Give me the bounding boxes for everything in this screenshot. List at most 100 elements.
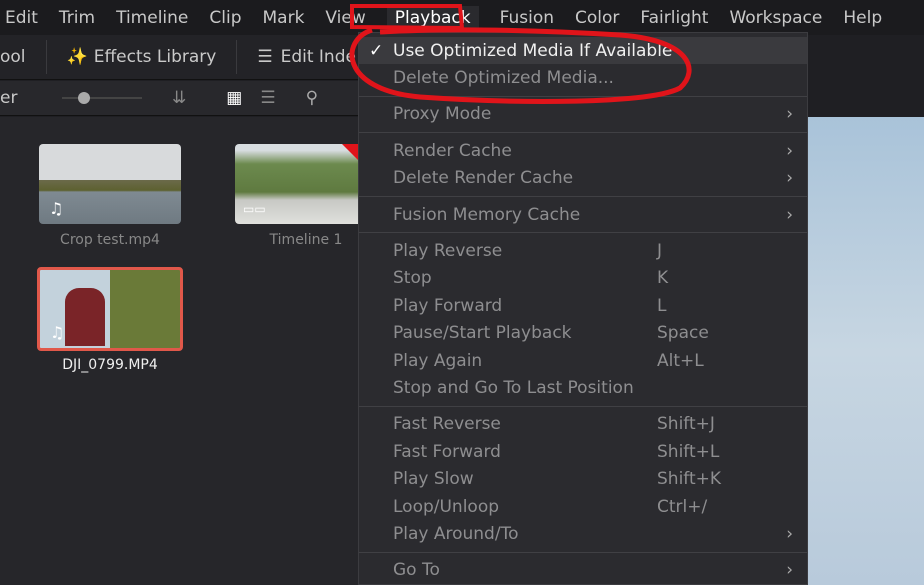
- menu-item[interactable]: Delete Optimized Media...: [359, 64, 807, 91]
- menu-divider: [359, 551, 807, 553]
- menu-bar: Edit Trim Timeline Clip Mark View Playback Fusi…: [0, 0, 924, 35]
- shortcut-label: J: [657, 241, 663, 262]
- menu-item[interactable]: Stop K: [359, 265, 807, 292]
- magic-wand-icon: ✨: [66, 47, 88, 67]
- bin-label: er: [0, 88, 18, 108]
- menu-item[interactable]: Play Reverse J: [359, 237, 807, 264]
- clip-name: Crop test.mp4: [60, 232, 160, 248]
- check-icon: ✓: [369, 40, 384, 61]
- menu-item-label: Delete Render Cache: [393, 168, 574, 189]
- menu-item-label: Use Optimized Media If Available: [393, 40, 673, 61]
- menu-item-label: Play Again: [393, 350, 483, 371]
- audio-icon: ♫: [49, 199, 64, 218]
- list-view-icon[interactable]: ☰: [260, 88, 275, 108]
- menu-item[interactable]: Play Again Alt+L: [359, 347, 807, 374]
- timeline-thumbnail[interactable]: ▭▭: [235, 144, 358, 224]
- edit-index-button[interactable]: ☰ Edit Inde: [257, 47, 356, 67]
- menu-divider: [359, 132, 807, 134]
- media-pool: ♫ Crop test.mp4 ▭▭ Timeline 1 ♫ DJI_0799…: [0, 117, 358, 585]
- chevron-right-icon: ›: [786, 104, 793, 125]
- menu-item[interactable]: Render Cache ›: [359, 137, 807, 164]
- audio-icon: ♫: [50, 323, 65, 342]
- chevron-right-icon: ›: [786, 560, 793, 581]
- media-pool-subbar: er ⇊ ▦ ☰ ⚲: [0, 81, 358, 116]
- playback-menu: ✓ Use Optimized Media If Available Delete …: [358, 32, 808, 585]
- shortcut-label: K: [657, 268, 669, 289]
- clip-thumbnail-selected[interactable]: ♫: [37, 267, 183, 351]
- menu-divider: [359, 195, 807, 197]
- menu-color[interactable]: Color: [575, 8, 619, 28]
- shortcut-label: L: [657, 295, 667, 316]
- clip-name: DJI_0799.MP4: [62, 357, 158, 373]
- menu-item-label: Delete Optimized Media...: [393, 68, 614, 89]
- menu-item-label: Fusion Memory Cache: [393, 204, 581, 225]
- menu-item[interactable]: Go To ›: [359, 557, 807, 584]
- menu-fairlight[interactable]: Fairlight: [640, 8, 708, 28]
- menu-help[interactable]: Help: [843, 8, 882, 28]
- menu-item[interactable]: Fast Reverse Shift+J: [359, 411, 807, 438]
- search-icon[interactable]: ⚲: [306, 88, 318, 108]
- menu-divider: [359, 405, 807, 407]
- thumbnail-size-slider[interactable]: [62, 92, 142, 104]
- menu-divider: [359, 95, 807, 97]
- menu-item[interactable]: Play Slow Shift+K: [359, 465, 807, 492]
- menu-item-label: Play Around/To: [393, 523, 519, 544]
- menu-item[interactable]: Delete Render Cache ›: [359, 165, 807, 192]
- toolbar: ool ✨ Effects Library ☰ Edit Inde: [0, 35, 358, 80]
- menu-timeline[interactable]: Timeline: [116, 8, 188, 28]
- menu-trim[interactable]: Trim: [59, 8, 95, 28]
- viewer: [808, 117, 924, 585]
- edit-index-label: Edit Inde: [280, 47, 356, 67]
- menu-fusion[interactable]: Fusion: [500, 8, 554, 28]
- menu-item-label: Play Forward: [393, 295, 503, 316]
- divider: [236, 40, 238, 74]
- menu-item[interactable]: Loop/Unloop Ctrl+/: [359, 493, 807, 520]
- tool-button[interactable]: ool: [0, 47, 26, 67]
- menu-item-label: Play Reverse: [393, 241, 503, 262]
- menu-mark[interactable]: Mark: [263, 8, 305, 28]
- menu-item-label: Stop: [393, 268, 432, 289]
- menu-item[interactable]: Play Forward L: [359, 292, 807, 319]
- red-flag-marker: [342, 144, 358, 160]
- effects-library-button[interactable]: ✨ Effects Library: [67, 47, 217, 67]
- chevron-right-icon: ›: [786, 523, 793, 544]
- shortcut-label: Shift+L: [657, 441, 720, 462]
- menu-item[interactable]: Fast Forward Shift+L: [359, 438, 807, 465]
- menu-item[interactable]: ✓ Use Optimized Media If Available: [359, 37, 807, 65]
- menu-clip[interactable]: Clip: [209, 8, 241, 28]
- menu-item[interactable]: Fusion Memory Cache ›: [359, 201, 807, 228]
- person: [65, 288, 105, 346]
- viewer-header: [808, 35, 924, 117]
- slider-handle[interactable]: [78, 92, 90, 104]
- shortcut-label: Ctrl+/: [657, 496, 708, 517]
- chevron-right-icon: ›: [786, 140, 793, 161]
- sort-icon[interactable]: ⇊: [172, 88, 186, 108]
- menu-item[interactable]: Play Around/To ›: [359, 520, 807, 547]
- grid-view-icon[interactable]: ▦: [226, 88, 242, 108]
- menu-item-label: Fast Forward: [393, 441, 501, 462]
- chevron-right-icon: ›: [786, 204, 793, 225]
- menu-item-label: Pause/Start Playback: [393, 323, 572, 344]
- chevron-right-icon: ›: [786, 168, 793, 189]
- menu-item[interactable]: Pause/Start Playback Space: [359, 320, 807, 347]
- menu-divider: [359, 232, 807, 234]
- menu-item[interactable]: Stop and Go To Last Position: [359, 374, 807, 401]
- menu-item-label: Proxy Mode: [393, 104, 492, 125]
- clip-thumbnail[interactable]: ♫: [39, 144, 181, 224]
- menu-item-label: Stop and Go To Last Position: [393, 377, 634, 398]
- menu-item[interactable]: Proxy Mode ›: [359, 101, 807, 128]
- shortcut-label: Shift+J: [657, 414, 715, 435]
- shortcut-label: Alt+L: [657, 350, 704, 371]
- menu-item-label: Fast Reverse: [393, 414, 501, 435]
- menu-item-label: Render Cache: [393, 140, 512, 161]
- menu-view[interactable]: View: [325, 8, 365, 28]
- menu-workspace[interactable]: Workspace: [729, 8, 822, 28]
- menu-playback[interactable]: Playback: [386, 5, 479, 30]
- shortcut-label: Space: [657, 323, 709, 344]
- list-icon: ☰: [257, 47, 273, 67]
- divider: [45, 40, 47, 74]
- menu-edit[interactable]: Edit: [5, 8, 38, 28]
- effects-library-label: Effects Library: [93, 47, 217, 67]
- menu-item-label: Play Slow: [393, 469, 474, 490]
- timeline-icon: ▭▭: [243, 202, 266, 216]
